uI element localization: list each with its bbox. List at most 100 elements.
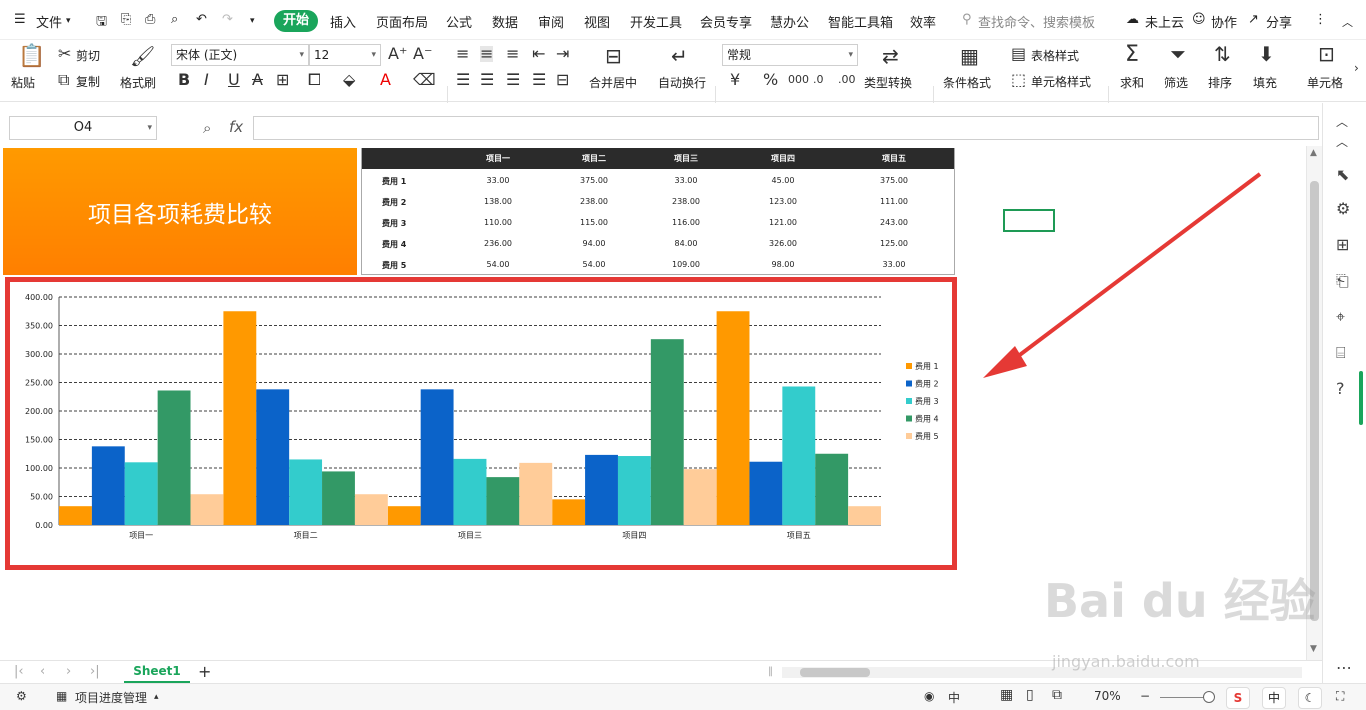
underline-icon[interactable]: U [228, 72, 240, 88]
bar-chart[interactable]: 0.00 50.00 100.00 150.00 200.00 250.00 300.00 3… [10, 282, 952, 565]
collab-button[interactable]: 协作 [1211, 12, 1237, 31]
book-icon[interactable]: ⌸ [1336, 343, 1346, 363]
tab-office[interactable]: 慧办公 [770, 12, 809, 31]
scroll-down-icon[interactable]: ▼ [1310, 644, 1317, 654]
file-menu[interactable]: 文件 [36, 12, 62, 31]
tab-efficiency[interactable]: 效率 [910, 12, 936, 31]
horizontal-scroll-thumb[interactable] [800, 668, 870, 677]
cell-button[interactable]: 单元格 [1307, 74, 1343, 91]
tab-insert[interactable]: 插入 [330, 12, 356, 31]
format-painter-button[interactable]: 格式刷 [120, 74, 156, 91]
redo-icon[interactable]: ↷ [222, 12, 233, 27]
collapse-icon[interactable]: ︿ [1336, 113, 1348, 130]
cell-style-button[interactable]: 单元格样式 [1031, 73, 1091, 90]
next-sheet-icon[interactable]: › [66, 664, 71, 679]
tab-formula[interactable]: 公式 [446, 12, 472, 31]
tab-developer[interactable]: 开发工具 [630, 12, 682, 31]
tab-page-layout[interactable]: 页面布局 [376, 12, 428, 31]
cut-button[interactable]: 剪切 [76, 47, 100, 64]
select-cursor-icon[interactable]: ⬉ [1336, 165, 1349, 184]
ime-indicator[interactable]: 中 [948, 689, 960, 706]
border-icon[interactable]: ⊞ [276, 72, 289, 88]
chevron-up-icon[interactable]: ▴ [154, 692, 159, 702]
moon-icon[interactable]: ☾ [1298, 687, 1322, 709]
type-convert-button[interactable]: 类型转换 [864, 74, 912, 91]
align-middle-icon[interactable]: ≡ [480, 46, 494, 62]
page-layout-view-icon[interactable]: ▯ [1026, 687, 1034, 703]
paste-icon[interactable]: 📋 [18, 46, 45, 68]
decrease-decimal-icon[interactable]: .00 [838, 74, 856, 85]
menu-icon[interactable]: ☰ [14, 12, 26, 27]
eye-protection-icon[interactable]: ◉ [924, 689, 934, 703]
copy-button[interactable]: 复制 [76, 73, 100, 90]
tab-member[interactable]: 会员专享 [700, 12, 752, 31]
chart-frame[interactable]: 0.00 50.00 100.00 150.00 200.00 250.00 300.00 3… [5, 277, 957, 570]
more-options-icon[interactable]: ⋮ [1314, 12, 1327, 27]
fill-button[interactable]: 填充 [1253, 74, 1277, 91]
zoom-out-button[interactable]: − [1140, 689, 1150, 703]
sogou-icon[interactable]: S [1226, 687, 1250, 709]
align-top-icon[interactable]: ≡ [456, 46, 469, 62]
first-sheet-icon[interactable]: |‹ [14, 664, 24, 679]
formula-input[interactable] [253, 116, 1319, 140]
font-color-icon[interactable]: A [380, 72, 391, 88]
tab-start[interactable]: 开始 [274, 10, 318, 32]
page-break-view-icon[interactable]: ⧉ [1052, 687, 1062, 703]
align-bottom-icon[interactable]: ≡ [506, 46, 519, 62]
horizontal-scrollbar[interactable] [782, 667, 1302, 678]
font-grow-icon[interactable]: A⁺ [388, 46, 407, 62]
help-icon[interactable]: ? [1336, 379, 1345, 398]
zoom-level[interactable]: 70% [1094, 689, 1121, 703]
zoom-slider-thumb[interactable] [1203, 691, 1215, 703]
prev-sheet-icon[interactable]: ‹ [40, 664, 45, 679]
add-sheet-button[interactable]: + [198, 662, 211, 681]
fullscreen-icon[interactable]: ⛶ [1336, 689, 1344, 704]
indent-decrease-icon[interactable]: ⇤ [532, 46, 545, 62]
percent-icon[interactable]: % [763, 72, 778, 88]
merge-center-button[interactable]: 合并居中 [589, 74, 637, 91]
ime-chinese-button[interactable]: 中 [1262, 687, 1286, 709]
share-button[interactable]: 分享 [1266, 12, 1292, 31]
image-icon[interactable]: ⎗ [1336, 271, 1349, 291]
distribute-icon[interactable]: ⊟ [556, 72, 569, 88]
sheet-tab[interactable]: Sheet1 [124, 661, 190, 683]
align-center-icon[interactable]: ☰ [480, 72, 494, 88]
location-icon[interactable]: ⌖ [1336, 307, 1345, 327]
normal-view-icon[interactable]: ▦ [1000, 687, 1013, 703]
thousands-icon[interactable]: 000 [788, 74, 809, 85]
preview-icon[interactable]: ⌕ [171, 12, 178, 27]
chevron-down-icon[interactable]: ▾ [66, 16, 71, 26]
currency-icon[interactable]: ¥ [730, 72, 740, 88]
font-name-select[interactable]: 宋体 (正文) ▾ [171, 44, 309, 66]
number-format-select[interactable]: 常规 ▾ [722, 44, 858, 66]
strikethrough-icon[interactable]: A [252, 72, 263, 88]
zoom-formula-icon[interactable]: ⌕ [203, 119, 211, 137]
font-shrink-icon[interactable]: A⁻ [413, 46, 432, 62]
paste-button[interactable]: 粘贴 [11, 74, 35, 91]
collapse-icon[interactable]: ︿ [1336, 133, 1348, 150]
table-style-button[interactable]: 表格样式 [1031, 47, 1079, 64]
layout-icon[interactable]: ⊞ [1336, 235, 1349, 254]
vertical-scroll-thumb[interactable] [1310, 181, 1319, 621]
increase-decimal-icon[interactable]: .0 [813, 74, 824, 85]
bold-icon[interactable]: B [178, 72, 190, 88]
more-icon[interactable]: ⋯ [1336, 658, 1352, 677]
align-left-icon[interactable]: ☰ [456, 72, 470, 88]
macro-icon[interactable]: ⚙ [16, 689, 27, 703]
adjust-icon[interactable]: ⚙ [1336, 199, 1350, 218]
sum-button[interactable]: 求和 [1120, 74, 1144, 91]
font-size-select[interactable]: 12 ▾ [309, 44, 381, 66]
command-search[interactable]: 查找命令、搜索模板 [978, 12, 1095, 31]
tab-review[interactable]: 审阅 [538, 12, 564, 31]
undo-icon[interactable]: ↶ [196, 12, 207, 27]
indent-increase-icon[interactable]: ⇥ [556, 46, 569, 62]
tab-smart-tools[interactable]: 智能工具箱 [828, 12, 893, 31]
export-icon[interactable]: ⎘ [121, 12, 131, 27]
print-icon[interactable]: ⎙ [145, 12, 155, 27]
wrap-text-button[interactable]: 自动换行 [658, 74, 706, 91]
scroll-splitter-icon[interactable]: ‖ [768, 666, 773, 677]
workbook-name[interactable]: 项目进度管理 [75, 689, 147, 706]
sort-button[interactable]: 排序 [1208, 74, 1232, 91]
chevron-right-icon[interactable]: › [1354, 62, 1359, 74]
last-sheet-icon[interactable]: ›| [90, 664, 100, 679]
